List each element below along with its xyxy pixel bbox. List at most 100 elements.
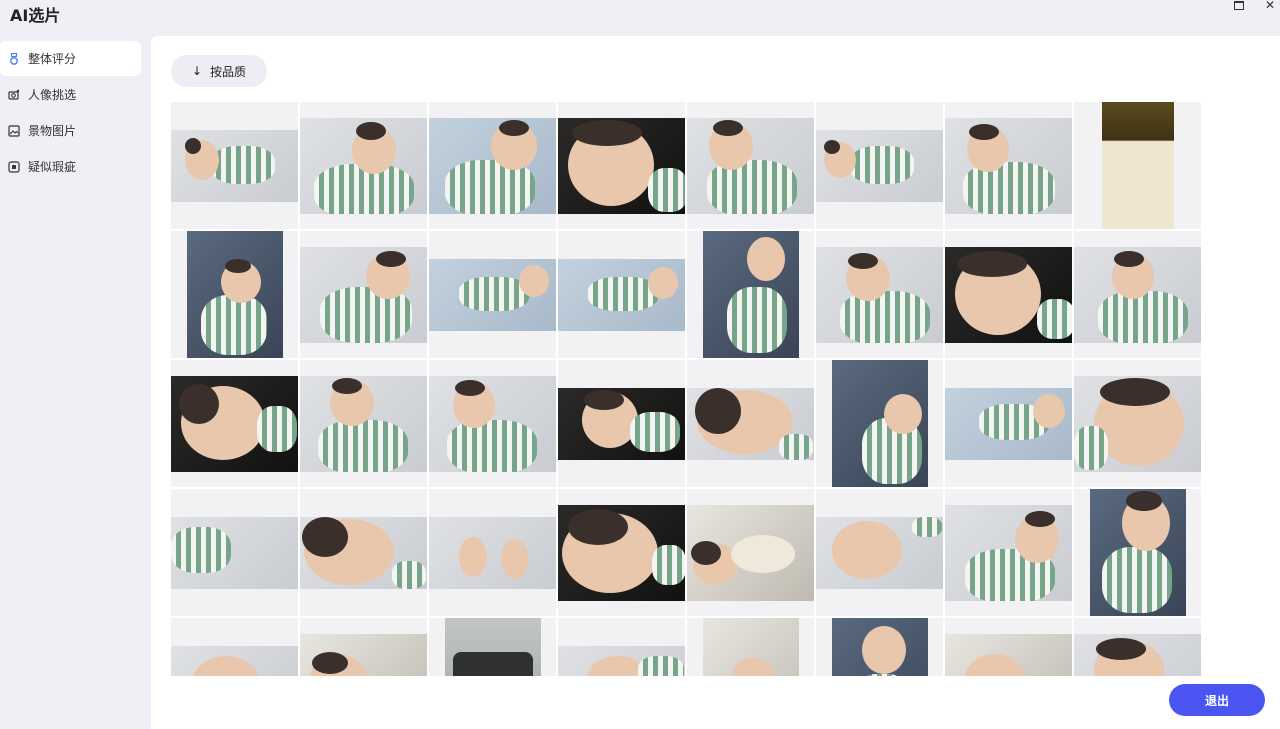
photo-image [1074,375,1201,472]
sidebar-item-overall-score[interactable]: 整体评分 [0,41,141,76]
photo-image [429,117,556,214]
photo-image [1074,246,1201,343]
photo-image [945,504,1072,601]
photo-image [171,129,298,202]
photo-image [429,375,556,472]
sort-label: 按品质 [210,64,247,79]
photo-thumbnail[interactable] [945,360,1072,487]
photo-thumbnail[interactable] [687,231,814,358]
photo-thumbnail[interactable] [171,102,298,229]
photo-image [1089,489,1186,616]
photo-thumbnail[interactable] [429,231,556,358]
photo-thumbnail[interactable] [429,618,556,676]
photo-image [945,633,1072,676]
app-title: AI选片 [10,6,61,25]
photo-thumbnail[interactable] [816,231,943,358]
medal-icon [8,52,20,65]
photo-thumbnail[interactable] [1074,489,1201,616]
photo-thumbnail[interactable] [300,231,427,358]
main-panel: ↓ 按品质 [151,36,1280,729]
photo-thumbnail[interactable] [1074,360,1201,487]
photo-image [702,618,799,676]
photo-thumbnail[interactable] [558,489,685,616]
photo-image [300,117,427,214]
photo-image [429,258,556,331]
photo-image [171,375,298,472]
photo-image [945,387,1072,460]
sidebar-item-label: 疑似瑕疵 [28,160,77,174]
photo-thumbnail[interactable] [816,102,943,229]
photo-thumbnail[interactable] [816,618,943,676]
photo-image [558,258,685,331]
photo-thumbnail[interactable] [687,102,814,229]
photo-image [558,645,685,676]
photo-image [831,360,928,487]
photo-grid [171,102,1203,676]
photo-grid-viewport[interactable] [171,102,1203,676]
landscape-image-icon [8,124,20,137]
photo-thumbnail[interactable] [171,489,298,616]
photo-thumbnail[interactable] [300,618,427,676]
arrow-down-icon: ↓ [191,64,203,78]
photo-image [945,117,1072,214]
photo-image [558,504,685,601]
photo-thumbnail[interactable] [687,360,814,487]
photo-image [702,231,799,358]
photo-thumbnail[interactable] [945,102,1072,229]
photo-thumbnail[interactable] [429,489,556,616]
photo-thumbnail[interactable] [945,489,1072,616]
photo-image [171,516,298,589]
sidebar-item-scenery[interactable]: 景物图片 [0,113,141,148]
photo-thumbnail[interactable] [171,618,298,676]
photo-thumbnail[interactable] [558,231,685,358]
sidebar-item-label: 整体评分 [28,52,77,66]
photo-thumbnail[interactable] [945,231,1072,358]
sort-by-quality-button[interactable]: ↓ 按品质 [171,55,267,87]
photo-thumbnail[interactable] [816,360,943,487]
photo-image [831,618,928,676]
photo-image [300,246,427,343]
flaw-square-icon [8,160,20,173]
photo-thumbnail[interactable] [300,489,427,616]
sidebar-item-flaws[interactable]: 疑似瑕疵 [0,149,141,184]
photo-thumbnail[interactable] [300,102,427,229]
photo-image [558,117,685,214]
portrait-camera-icon [8,89,20,101]
photo-thumbnail[interactable] [945,618,1072,676]
ai-select-window: AI选片 ✕ 整体评分 人像挑选 景物图片 疑似瑕疵 ↓ 按品质 退出 [0,0,1280,729]
photo-thumbnail[interactable] [687,618,814,676]
exit-button[interactable]: 退出 [1169,684,1265,716]
title-bar: AI选片 ✕ [0,0,1280,36]
photo-thumbnail[interactable] [687,489,814,616]
photo-image [687,117,814,214]
photo-thumbnail[interactable] [816,489,943,616]
photo-image [1074,633,1201,676]
photo-image [687,504,814,601]
photo-image [300,633,427,676]
photo-image [300,516,427,589]
sidebar-item-label: 景物图片 [28,124,77,138]
photo-thumbnail[interactable] [1074,102,1201,229]
photo-image [816,516,943,589]
photo-image [816,246,943,343]
photo-thumbnail[interactable] [558,360,685,487]
photo-image [558,387,685,460]
photo-image [429,516,556,589]
photo-thumbnail[interactable] [429,360,556,487]
sidebar-item-portrait[interactable]: 人像挑选 [0,77,141,112]
maximize-icon[interactable] [1231,0,1247,14]
photo-image [945,246,1072,343]
close-icon[interactable]: ✕ [1262,0,1278,14]
photo-thumbnail[interactable] [1074,618,1201,676]
photo-thumbnail[interactable] [558,618,685,676]
photo-thumbnail[interactable] [171,360,298,487]
photo-image [816,129,943,202]
sidebar: 整体评分 人像挑选 景物图片 疑似瑕疵 [0,36,151,729]
photo-thumbnail[interactable] [300,360,427,487]
photo-image [444,618,541,676]
photo-thumbnail[interactable] [1074,231,1201,358]
photo-thumbnail[interactable] [171,231,298,358]
photo-thumbnail[interactable] [558,102,685,229]
photo-thumbnail[interactable] [429,102,556,229]
photo-image [300,375,427,472]
